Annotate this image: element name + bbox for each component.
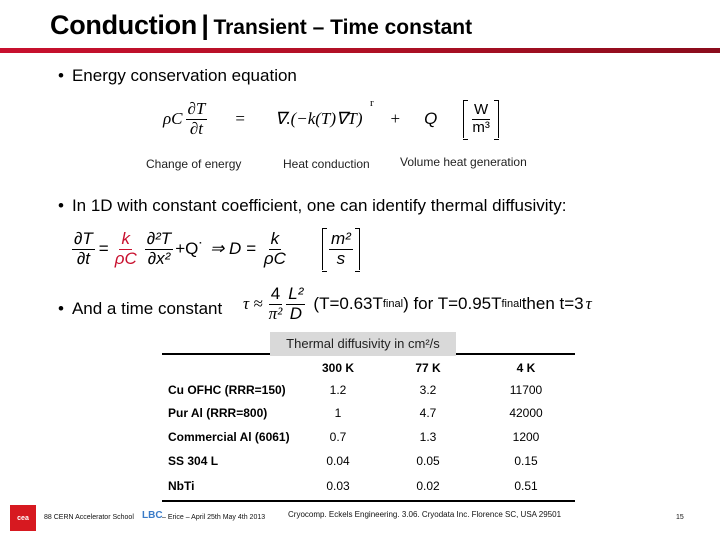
cell-value: 0.04	[326, 454, 350, 468]
cell-value: 4.7	[419, 406, 437, 420]
bullet-dot: •	[58, 196, 64, 215]
unit-numerator: W	[472, 101, 491, 120]
diffusivity-coefficient: k ρC	[114, 229, 137, 268]
diffusion-equation: ∂T ∂t = k ρC ∂²T ∂x² +Q˙ ⇒ D = k ρC m² s	[72, 228, 360, 273]
col-header: 4 K	[516, 361, 536, 375]
cell-value: 3.2	[419, 383, 437, 397]
cell-value: 1	[334, 406, 342, 420]
cell-value: 42000	[509, 406, 543, 420]
plus-sign: +	[390, 109, 401, 129]
table-header-row: 300 K 77 K 4 K	[168, 361, 578, 381]
unit-denominator: m³	[472, 118, 490, 136]
cell-value: 0.02	[416, 479, 440, 493]
footer-school: 88 CERN Accelerator School	[44, 514, 134, 521]
cell-value: 0.03	[326, 479, 350, 493]
page-number: 15	[676, 514, 684, 521]
cell-value: 0.05	[416, 454, 440, 468]
bullet-text: In 1D with constant coefficient, one can…	[71, 196, 567, 215]
col-header: 300 K	[321, 361, 355, 375]
table-row: Pur Al (RRR=800) 1 4.7 42000	[168, 406, 578, 426]
table-caption: Thermal diffusivity in cm²/s	[270, 332, 456, 356]
time-derivative: ∂T ∂t	[185, 99, 208, 138]
bullet-dot: •	[58, 299, 64, 318]
time-constant-equation: τ ≈ 4 π² L² D (T=0.63T final) for T=0.95T…	[243, 284, 592, 323]
heat-source: Q	[424, 109, 438, 129]
title-subtitle: Transient – Time constant	[213, 16, 473, 39]
material-name: Cu OFHC (RRR=150)	[168, 383, 286, 397]
slide-title: Conduction | Transient – Time constant	[50, 10, 472, 41]
title-underline	[0, 48, 720, 53]
rho-c: ρC	[163, 109, 183, 129]
vector-mark: r	[369, 97, 374, 110]
cell-value: 1200	[512, 430, 540, 444]
denominator: ∂t	[189, 118, 203, 138]
title-separator: |	[201, 10, 209, 40]
material-name: SS 304 L	[168, 454, 219, 468]
cea-logo: cea	[10, 505, 36, 531]
table-row: NbTi 0.03 0.02 0.51	[168, 479, 578, 499]
material-name: Pur Al (RRR=800)	[168, 406, 268, 420]
table-bottom-rule	[162, 500, 575, 502]
cell-value: 1.3	[419, 430, 437, 444]
bullet-text: And a time constant	[71, 299, 223, 318]
cell-value: 1.2	[329, 383, 347, 397]
table-row: Commercial Al (6061) 0.7 1.3 1200	[168, 430, 578, 450]
unit-bracket: W m³	[463, 100, 499, 141]
table-top-rule-right	[456, 353, 575, 355]
cell-value: 0.15	[514, 454, 538, 468]
material-name: Commercial Al (6061)	[168, 430, 290, 444]
unit-bracket: m² s	[321, 228, 360, 273]
cell-value: 11700	[509, 383, 543, 397]
equals-sign: =	[235, 109, 245, 129]
bullet-energy-conservation: • Energy conservation equation	[58, 66, 297, 86]
col-header: 77 K	[415, 361, 441, 375]
bullet-time-constant: • And a time constant	[58, 299, 222, 319]
caption-volume-heat-generation: Volume heat generation	[400, 155, 527, 169]
cell-value: 0.51	[514, 479, 538, 493]
footer-event: – Erice – April 25th May 4th 2013	[162, 514, 266, 521]
title-main: Conduction	[50, 10, 197, 40]
caption-change-of-energy: Change of energy	[146, 157, 242, 171]
table-row: SS 304 L 0.04 0.05 0.15	[168, 454, 578, 474]
bullet-thermal-diffusivity: • In 1D with constant coefficient, one ca…	[58, 196, 566, 216]
bullet-text: Energy conservation equation	[71, 66, 297, 85]
lbc-logo: LBC	[142, 510, 163, 521]
numerator: ∂T	[185, 99, 208, 120]
caption-heat-conduction: Heat conduction	[283, 157, 370, 171]
bullet-dot: •	[58, 66, 64, 85]
cell-value: 0.7	[329, 430, 347, 444]
table-top-rule-left	[162, 353, 270, 355]
energy-equation: ρC ∂T ∂t = r ∇.(−k(T)∇T) + Q W m³	[163, 97, 499, 141]
table-row: Cu OFHC (RRR=150) 1.2 3.2 11700	[168, 383, 578, 403]
footer-reference: Cryocomp. Eckels Engineering. 3.06. Cryo…	[288, 510, 562, 519]
material-name: NbTi	[168, 479, 195, 493]
conduction-term: r ∇.(−k(T)∇T)	[274, 97, 374, 129]
